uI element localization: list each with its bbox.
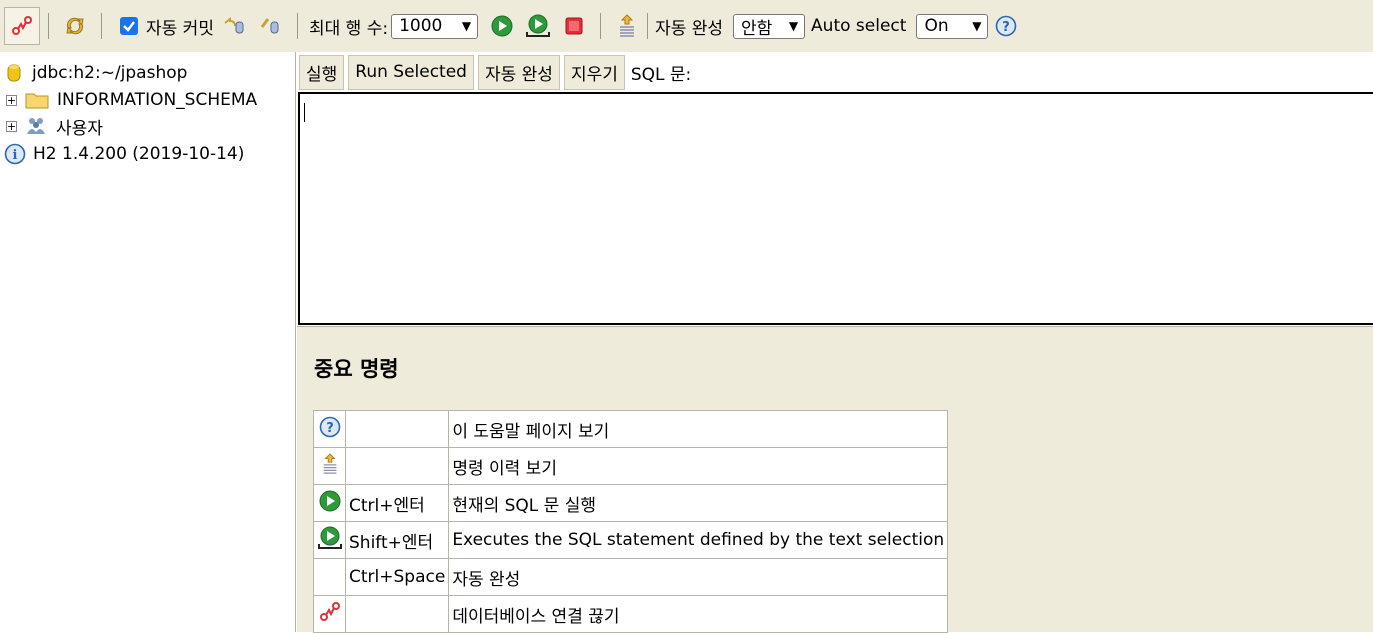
query-toolbar: 실행 Run Selected 자동 완성 지우기 SQL 문:: [297, 52, 1373, 92]
help-cell-key: Ctrl+엔터: [344, 484, 450, 522]
tree-schema[interactable]: + INFORMATION_SCHEMA: [6, 87, 257, 113]
expand-icon[interactable]: +: [6, 120, 17, 132]
disconnect-icon: [12, 16, 32, 35]
help-cell-key: [344, 595, 450, 633]
auto-commit-label: 자동 커밋: [146, 18, 214, 39]
toolbar-separator: [101, 13, 102, 39]
version-label: H2 1.4.200 (2019-10-14): [33, 144, 245, 164]
table-row: Ctrl+Space 자동 완성: [313, 558, 949, 596]
autocomplete-label: 자동 완성: [655, 18, 724, 39]
run-selected-text-button[interactable]: Run Selected: [348, 54, 474, 90]
refresh-button[interactable]: [57, 7, 93, 45]
max-rows-select[interactable]: 1000 ▼: [391, 13, 479, 39]
rollback-button[interactable]: [217, 7, 253, 45]
svg-text:?: ?: [326, 421, 334, 436]
help-icon[interactable]: ?: [319, 416, 341, 438]
help-title: 중요 명령: [314, 357, 399, 381]
refresh-icon: [66, 17, 84, 35]
help-cell-key: Ctrl+Space: [344, 558, 450, 596]
toolbar-separator: [296, 13, 298, 39]
max-rows-label: 최대 행 수:: [308, 18, 389, 39]
help-button[interactable]: ?: [988, 7, 1024, 45]
help-cell-key: [344, 447, 450, 485]
help-icon: ?: [996, 15, 1017, 37]
toolbar-separator: [647, 13, 649, 39]
clear-button[interactable]: 지우기: [563, 54, 625, 90]
auto-commit-checkbox[interactable]: [120, 17, 138, 35]
help-cell-desc: 현재의 SQL 문 실행: [448, 484, 949, 522]
help-cell-key: Shift+엔터: [344, 521, 450, 559]
result-panel: 중요 명령 ? 이 도움말 페이지 보기 명령 이력 보기 Ctrl+엔터 현재…: [297, 326, 1373, 633]
tree-users[interactable]: + 사용자: [6, 113, 103, 139]
help-cell-icon: [313, 595, 346, 633]
help-cell-key: [344, 410, 450, 448]
help-cell-icon: [313, 521, 346, 559]
history-icon[interactable]: [320, 452, 340, 476]
table-row: 데이터베이스 연결 끊기: [313, 595, 949, 633]
max-rows-value: 1000: [399, 16, 443, 36]
users-icon: [27, 118, 45, 134]
help-table: ? 이 도움말 페이지 보기 명령 이력 보기 Ctrl+엔터 현재의 SQL …: [313, 410, 949, 633]
run-icon: [491, 15, 513, 37]
run-icon[interactable]: [318, 489, 342, 513]
autocomplete-value: 안함: [741, 18, 773, 39]
tree-connection[interactable]: jdbc:h2:~/jpashop: [6, 60, 187, 86]
history-icon: [620, 14, 635, 37]
commit-button[interactable]: [253, 7, 289, 45]
disconnect-button[interactable]: [4, 7, 40, 45]
help-cell-desc: 데이터베이스 연결 끊기: [448, 595, 949, 633]
svg-text:i: i: [13, 148, 18, 163]
text-caret: [304, 103, 305, 122]
autocomplete-button[interactable]: 자동 완성: [477, 54, 560, 90]
database-icon: [7, 64, 21, 82]
disconnect-icon[interactable]: [319, 601, 341, 623]
table-row: ? 이 도움말 페이지 보기: [313, 410, 949, 448]
help-cell-icon: ?: [313, 410, 346, 448]
tree-version: i H2 1.4.200 (2019-10-14): [4, 141, 244, 167]
info-icon: i: [4, 143, 26, 165]
chevron-down-icon: ▼: [461, 19, 472, 33]
help-cell-icon: [313, 484, 346, 522]
schema-tree-panel: jdbc:h2:~/jpashop + INFORMATION_SCHEMA +…: [0, 52, 296, 632]
autocomplete-select[interactable]: 안함 ▼: [733, 13, 806, 39]
folder-icon: [25, 93, 49, 109]
schema-name: INFORMATION_SCHEMA: [57, 90, 258, 110]
toolbar-separator: [600, 13, 602, 39]
run-selected-icon: [526, 14, 551, 37]
run-selected-icon[interactable]: [316, 525, 344, 551]
help-cell-desc: Executes the SQL statement defined by th…: [448, 521, 949, 559]
expand-icon[interactable]: +: [6, 94, 17, 106]
table-row: Ctrl+엔터 현재의 SQL 문 실행: [313, 484, 949, 522]
users-label: 사용자: [56, 118, 103, 139]
connection-url: jdbc:h2:~/jpashop: [32, 63, 188, 83]
execute-button[interactable]: 실행: [299, 54, 345, 90]
chevron-down-icon: ▼: [972, 19, 982, 33]
table-row: Shift+엔터 Executes the SQL statement defi…: [313, 521, 949, 559]
stop-icon: [565, 17, 583, 35]
sql-statement-label: SQL 문:: [630, 64, 692, 85]
autoselect-label: Auto select: [811, 16, 907, 36]
help-cell-desc: 자동 완성: [448, 558, 949, 596]
run-selected-button[interactable]: [520, 7, 556, 45]
autoselect-value: On: [924, 16, 949, 36]
toolbar-separator: [48, 13, 49, 39]
stop-button[interactable]: [556, 7, 592, 45]
rollback-icon: [224, 16, 244, 34]
commit-icon: [260, 18, 279, 34]
run-button[interactable]: [484, 7, 520, 45]
help-cell-desc: 이 도움말 페이지 보기: [448, 410, 949, 448]
sql-editor[interactable]: [298, 92, 1373, 325]
history-button[interactable]: [609, 7, 645, 45]
help-cell-icon: [313, 558, 346, 596]
table-row: 명령 이력 보기: [313, 447, 949, 485]
help-cell-icon: [313, 447, 346, 485]
autoselect-select[interactable]: On ▼: [916, 13, 989, 39]
svg-text:?: ?: [1003, 20, 1011, 35]
toolbar: 자동 커밋 최대 행 수: 1000 ▼ 자동 완성 안함 ▼ Auto sel…: [0, 0, 1373, 52]
help-cell-desc: 명령 이력 보기: [448, 447, 949, 485]
chevron-down-icon: ▼: [788, 19, 799, 33]
